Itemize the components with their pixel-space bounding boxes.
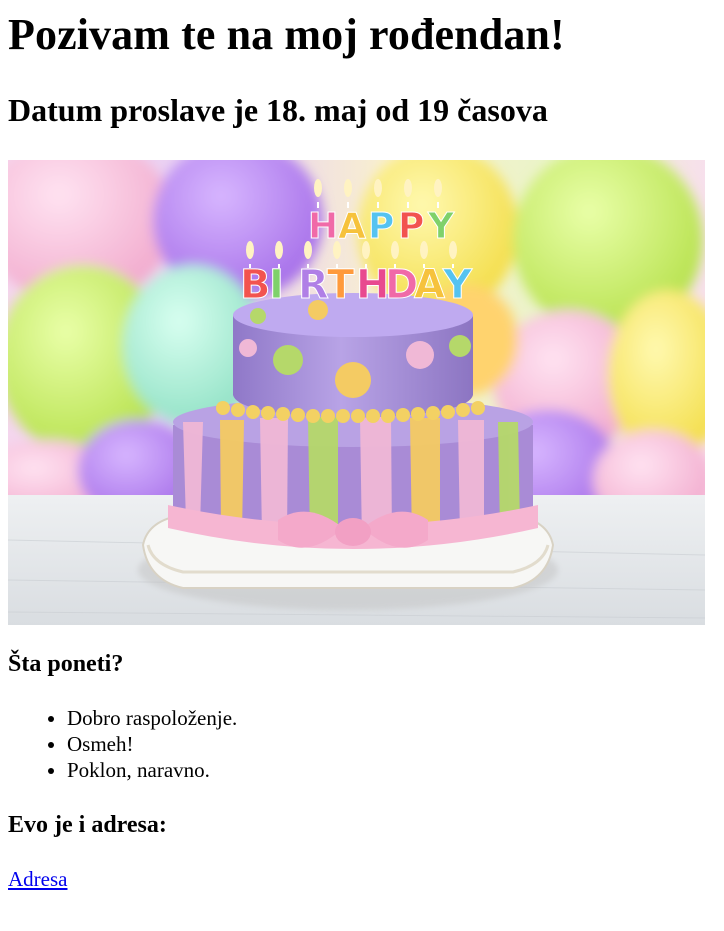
list-item: Osmeh!	[67, 731, 716, 757]
candle-letter: Y	[442, 262, 473, 308]
candle-flame	[314, 179, 322, 197]
what-to-bring-heading: Šta poneti?	[8, 651, 124, 677]
candle-flame	[420, 241, 428, 259]
candle-letter: A	[414, 262, 445, 308]
page-title: Pozivam te na moj rođendan!	[8, 10, 565, 59]
candle-flame	[275, 241, 283, 259]
candle-flame	[449, 241, 457, 259]
candle-letter: Y	[427, 206, 455, 247]
candle-flame	[391, 241, 399, 259]
candle-flame	[304, 241, 312, 259]
candle-letter: H	[308, 206, 338, 247]
party-date-heading: Datum proslave je 18. maj od 19 časova	[8, 92, 548, 128]
list-item: Poklon, naravno.	[67, 757, 716, 783]
address-heading: Evo je i adresa:	[8, 812, 167, 838]
address-link[interactable]: Adresa	[8, 867, 67, 891]
candle-letter: B	[240, 262, 271, 308]
candle-flame	[434, 179, 442, 197]
candle-flame	[374, 179, 382, 197]
candle-letter: R	[298, 262, 329, 308]
list-item: Dobro raspoloženje.	[67, 705, 716, 731]
candle-flame	[344, 179, 352, 197]
address-paragraph: Adresa	[8, 866, 716, 892]
birthday-cake-image: HAPPY BIRTHDAY	[8, 160, 705, 625]
candle-flame	[404, 179, 412, 197]
candle-letter: I	[269, 262, 284, 308]
candle-letter: P	[368, 206, 394, 247]
what-to-bring-list: Dobro raspoloženje. Osmeh! Poklon, narav…	[8, 705, 716, 783]
candle-letter: A	[338, 206, 366, 247]
candle-flame	[246, 241, 254, 259]
candle-letter: P	[398, 206, 424, 247]
candle-letter: T	[327, 262, 355, 308]
candle-flame	[333, 241, 341, 259]
candle-flame	[362, 241, 370, 259]
